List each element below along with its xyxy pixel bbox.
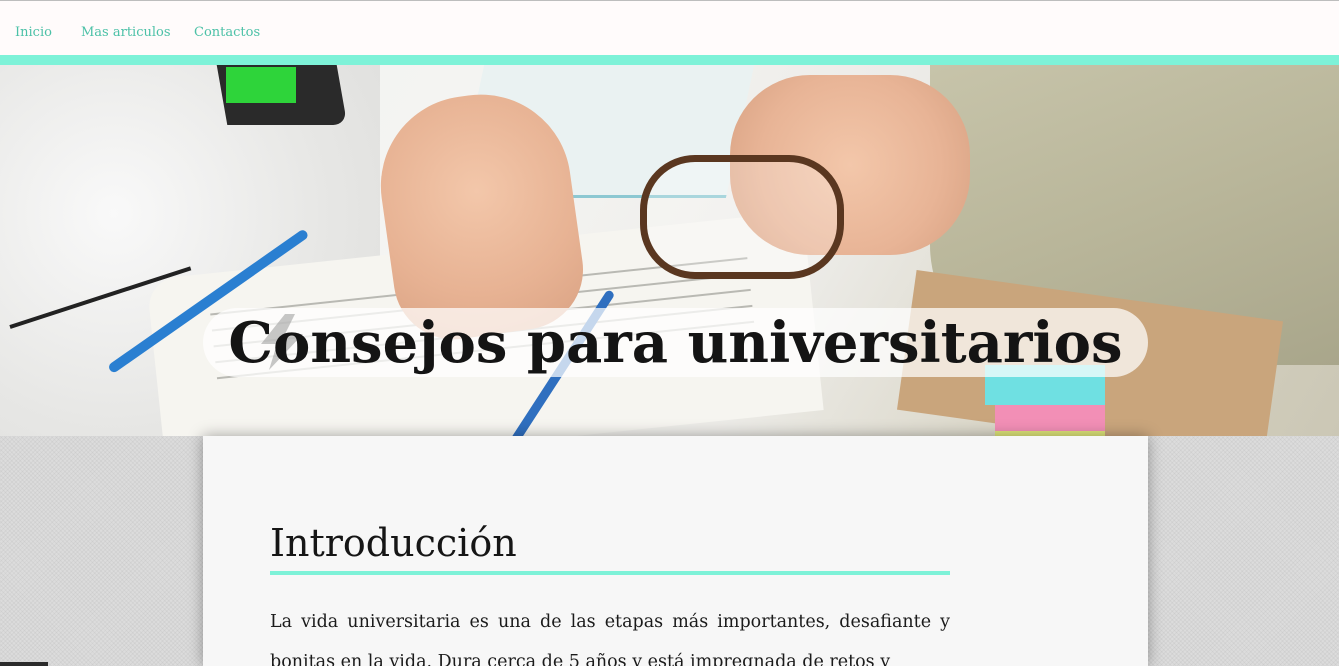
- section-heading-introduccion: Introducción: [270, 521, 517, 565]
- section-heading-underline: [270, 571, 950, 575]
- nav-link-contactos[interactable]: Contactos: [194, 25, 260, 40]
- hero-banner: Consejos para universitarios: [0, 65, 1339, 436]
- hero-photo-eyeglasses: [640, 155, 844, 279]
- bottom-edge-strip: [0, 662, 48, 666]
- page-title: Consejos para universitarios: [228, 309, 1123, 376]
- top-navigation-bar: Inicio Mas articulos Contactos: [0, 1, 1339, 55]
- article-card: Introducción La vida universitaria es un…: [203, 436, 1148, 666]
- hero-title-container: Consejos para universitarios: [203, 308, 1148, 377]
- hero-photo-sticky-note-pink: [995, 405, 1105, 433]
- hero-photo-calculator-screen: [226, 67, 296, 103]
- nav-link-mas-articulos[interactable]: Mas articulos: [81, 25, 171, 40]
- nav-link-inicio[interactable]: Inicio: [15, 25, 52, 40]
- article-paragraph: La vida universitaria es una de las etap…: [270, 612, 950, 666]
- navbar-accent-stripe: [0, 55, 1339, 65]
